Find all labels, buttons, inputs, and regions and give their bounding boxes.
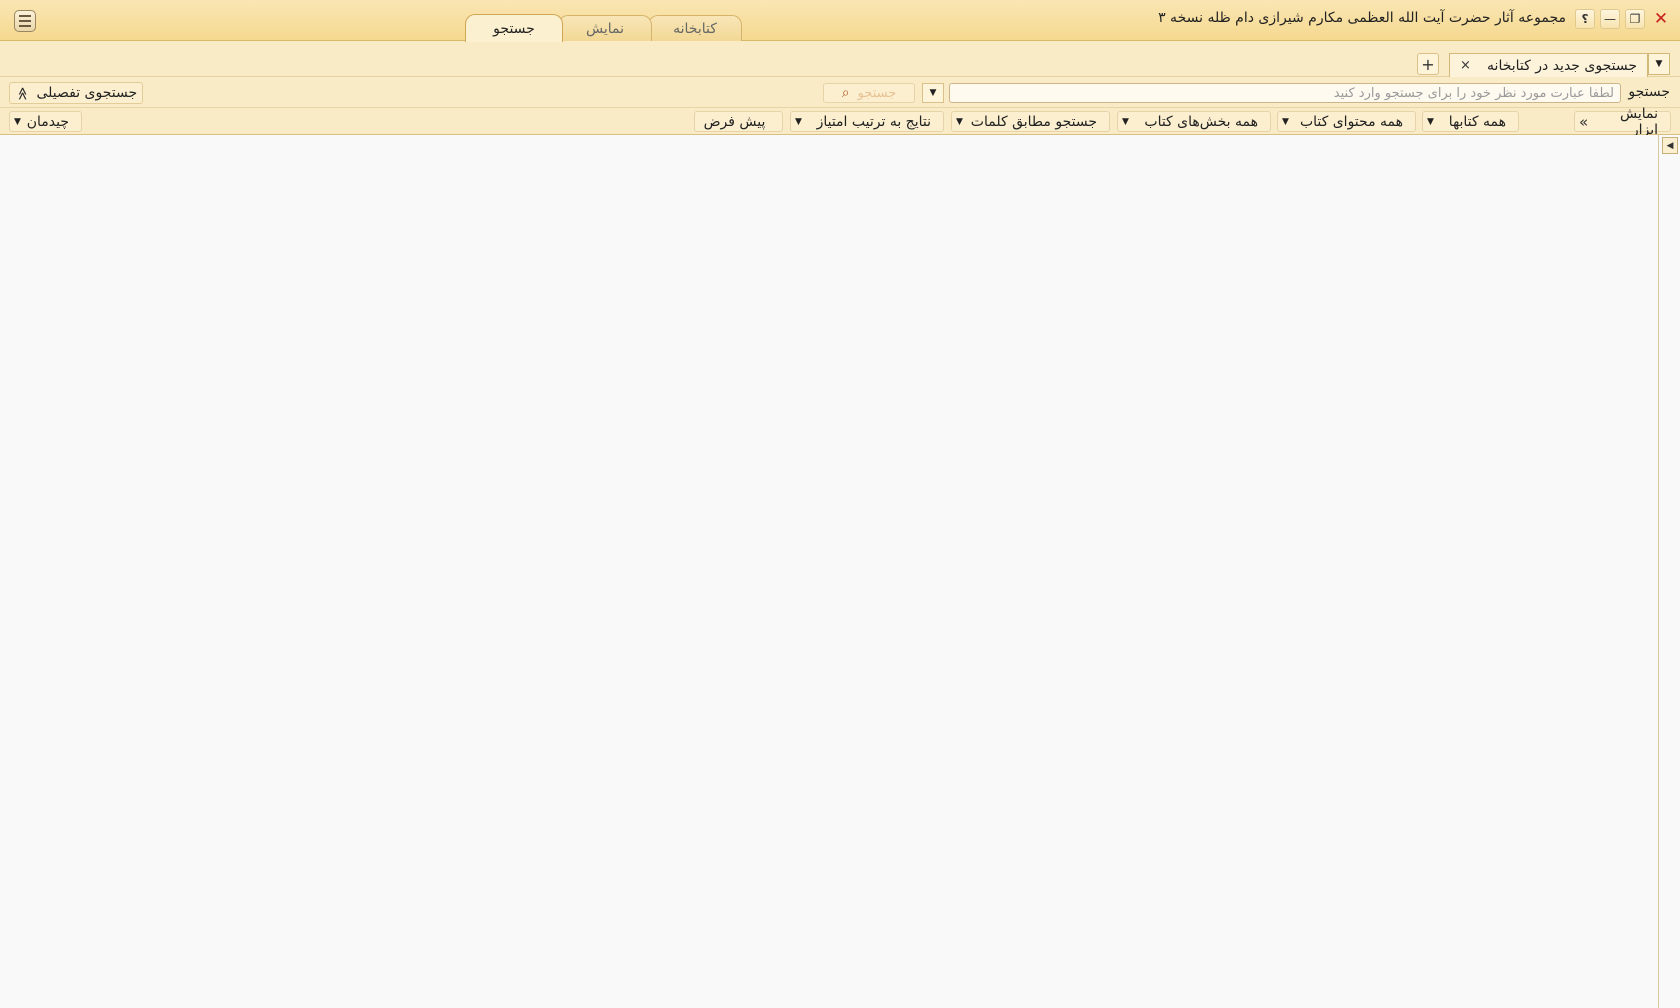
double-chevron-left-icon: « <box>1579 112 1589 131</box>
layout-dropdown[interactable]: ▼ چیدمان <box>9 111 82 132</box>
content-scope-dropdown[interactable]: ▼ همه محتوای کتاب <box>1277 111 1416 132</box>
chevron-down-icon: ▼ <box>1122 116 1129 127</box>
document-tab-label: جستجوی جدید در کتابخانه <box>1487 57 1637 74</box>
hamburger-icon-line <box>19 20 31 22</box>
sort-order-dropdown[interactable]: ▼ نتایج به ترتیب امتیاز <box>790 111 944 132</box>
tab-library-label: کتابخانه <box>673 20 717 37</box>
chevron-down-icon: ▼ <box>795 116 802 127</box>
help-icon: ؟ <box>1581 12 1589 26</box>
tab-library[interactable]: کتابخانه <box>648 15 742 41</box>
title-bar: ✕ ❐ — ؟ مجموعه آثار حضرت آیت الله العظمی… <box>0 0 1680 42</box>
content-scope-label: همه محتوای کتاب <box>1299 113 1403 130</box>
help-button[interactable]: ؟ <box>1575 9 1595 29</box>
expand-down-icon: ≫ <box>14 86 30 100</box>
tab-search-label: جستجو <box>493 20 535 37</box>
show-tools-button[interactable]: « نمایش ابزار <box>1574 106 1671 138</box>
search-button[interactable]: جستجو ⌕ <box>823 83 915 103</box>
tab-display[interactable]: نمایش <box>558 15 652 41</box>
search-icon: ⌕ <box>841 85 850 101</box>
sections-scope-label: همه بخش‌های کتاب <box>1144 113 1258 130</box>
side-panel: ◀ <box>1658 135 1680 1008</box>
default-settings-button[interactable]: پیش فرض <box>694 111 783 132</box>
show-tools-label: نمایش ابزار <box>1619 105 1658 138</box>
side-panel-toggle-button[interactable]: ◀ <box>1662 137 1678 154</box>
document-tab-bar: ▼ جستجوی جدید در کتابخانه × + <box>0 41 1680 77</box>
tab-search[interactable]: جستجو <box>465 14 563 42</box>
search-bar: جستجو ▼ جستجو ⌕ جستجوی تفصیلی ≫ <box>0 77 1680 108</box>
hamburger-icon-line <box>19 25 31 27</box>
chevron-down-icon: ▼ <box>14 116 21 127</box>
app-title: مجموعه آثار حضرت آیت الله العظمی مکارم ش… <box>1158 10 1566 26</box>
restore-window-button[interactable]: ❐ <box>1625 9 1645 29</box>
search-results-area <box>0 135 1658 1008</box>
close-icon: ✕ <box>1653 9 1669 29</box>
minimize-window-button[interactable]: — <box>1600 9 1620 29</box>
restore-icon: ❐ <box>1629 12 1641 26</box>
chevron-down-icon: ▼ <box>929 88 937 98</box>
search-input[interactable] <box>949 83 1621 103</box>
search-options-toolbar: « نمایش ابزار ▼ همه کتابها ▼ همه محتوای … <box>0 106 1680 138</box>
main-menu-button[interactable] <box>14 10 36 32</box>
chevron-down-icon: ▼ <box>1427 116 1434 127</box>
default-settings-label: پیش فرض <box>703 113 766 130</box>
search-history-dropdown[interactable]: ▼ <box>922 83 944 103</box>
books-scope-dropdown[interactable]: ▼ همه کتابها <box>1422 111 1519 132</box>
triangle-left-icon: ◀ <box>1666 140 1674 151</box>
minimize-icon: — <box>1604 12 1616 26</box>
chevron-down-icon: ▼ <box>1282 116 1289 127</box>
hamburger-icon <box>19 15 31 17</box>
sections-scope-dropdown[interactable]: ▼ همه بخش‌های کتاب <box>1117 111 1271 132</box>
advanced-search-button[interactable]: جستجوی تفصیلی ≫ <box>9 82 143 104</box>
search-label: جستجو <box>1628 84 1670 100</box>
chevron-down-icon: ▼ <box>1655 59 1663 69</box>
match-mode-label: جستجو مطابق کلمات <box>970 113 1097 130</box>
advanced-search-label: جستجوی تفصیلی <box>36 85 138 101</box>
add-tab-button[interactable]: + <box>1417 53 1439 75</box>
plus-icon: + <box>1421 54 1435 74</box>
close-icon[interactable]: × <box>1460 58 1471 73</box>
match-mode-dropdown[interactable]: ▼ جستجو مطابق کلمات <box>951 111 1110 132</box>
chevron-down-icon: ▼ <box>956 116 963 127</box>
books-scope-label: همه کتابها <box>1448 113 1506 130</box>
tab-display-label: نمایش <box>585 20 624 37</box>
layout-label: چیدمان <box>26 113 69 130</box>
document-tabs-dropdown-button[interactable]: ▼ <box>1648 53 1670 75</box>
document-tab-new-search[interactable]: جستجوی جدید در کتابخانه × <box>1449 53 1648 77</box>
close-window-button[interactable]: ✕ <box>1651 9 1671 29</box>
search-button-label: جستجو <box>857 85 897 101</box>
sort-order-label: نتایج به ترتیب امتیاز <box>816 113 931 130</box>
